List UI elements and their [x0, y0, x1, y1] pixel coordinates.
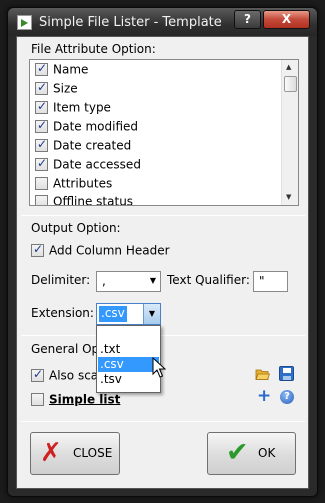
file-attribute-list[interactable]: Name Size Item type Date modified Date c…: [29, 59, 299, 206]
scrollbar-thumb[interactable]: [284, 76, 297, 92]
scroll-down-icon[interactable]: ▼: [286, 193, 291, 201]
chevron-down-icon: ▼: [149, 276, 156, 285]
chevron-down-icon[interactable]: ▼: [143, 304, 160, 324]
dropdown-option-txt[interactable]: .txt: [98, 342, 159, 357]
checkbox[interactable]: [35, 80, 48, 95]
list-scrollbar[interactable]: ▲ ▼: [281, 60, 298, 205]
output-section-label: Output Option:: [31, 221, 121, 235]
title-bar[interactable]: Simple File Lister - Template ? X: [8, 8, 317, 36]
checkbox[interactable]: [35, 137, 48, 152]
add-column-header-option[interactable]: Add Column Header: [31, 242, 170, 258]
divider: [21, 335, 305, 336]
divider: [21, 215, 305, 216]
close-icon: ✗: [40, 438, 62, 468]
list-item-date-modified[interactable]: Date modified: [35, 118, 138, 137]
checkbox[interactable]: [35, 156, 48, 171]
text-qualifier-input[interactable]: ": [253, 271, 288, 292]
delimiter-label: Delimiter:: [31, 273, 91, 287]
also-scan-option[interactable]: Also scan: [31, 367, 106, 383]
checkbox[interactable]: [35, 61, 48, 76]
add-icon[interactable]: +: [257, 388, 271, 405]
extension-select[interactable]: .csv ▼: [96, 303, 161, 325]
dropdown-option-tsv[interactable]: .tsv: [98, 372, 159, 387]
ok-button[interactable]: ✔ OK: [207, 432, 296, 475]
checkbox[interactable]: [35, 118, 48, 133]
mouse-cursor-icon: [152, 357, 166, 378]
list-item-attributes[interactable]: Attributes: [35, 176, 112, 194]
list-item-name[interactable]: Name: [35, 61, 88, 80]
dropdown-option-csv[interactable]: .csv: [98, 357, 159, 372]
folder-open-icon[interactable]: [255, 368, 270, 381]
text-qualifier-label: Text Qualifier:: [167, 273, 250, 287]
scroll-up-icon[interactable]: ▲: [286, 63, 291, 71]
simple-list-option[interactable]: Simple list: [31, 392, 120, 407]
help-title-button[interactable]: ?: [234, 10, 261, 29]
file-attribute-section-label: File Attribute Option:: [31, 42, 156, 56]
app-icon: [17, 15, 32, 30]
checkmark-icon: ✔: [226, 437, 249, 468]
window-title: Simple File Lister - Template: [39, 15, 222, 30]
list-item-date-accessed[interactable]: Date accessed: [35, 156, 141, 175]
delimiter-select[interactable]: , ▼: [96, 271, 161, 292]
help-icon[interactable]: ?: [280, 390, 294, 404]
dialog-body: File Attribute Option: Name Size Item ty…: [16, 36, 309, 489]
list-item-offline-status[interactable]: Offline status: [35, 194, 133, 205]
simple-list-checkbox[interactable]: [31, 393, 44, 406]
list-item-date-created[interactable]: Date created: [35, 137, 131, 156]
extension-label: Extension:: [31, 306, 94, 320]
list-item-item-type[interactable]: Item type: [35, 99, 111, 118]
app-window: Simple File Lister - Template ? X File A…: [7, 7, 318, 497]
save-icon[interactable]: [279, 366, 294, 381]
close-window-button[interactable]: X: [263, 10, 310, 29]
divider: [21, 421, 305, 422]
add-column-header-checkbox[interactable]: [31, 242, 44, 257]
list-item-size[interactable]: Size: [35, 80, 78, 99]
checkbox[interactable]: [35, 177, 48, 190]
checkbox[interactable]: [35, 195, 48, 205]
also-scan-checkbox[interactable]: [31, 367, 44, 382]
checkbox[interactable]: [35, 99, 48, 114]
close-button[interactable]: ✗ CLOSE: [30, 432, 120, 475]
